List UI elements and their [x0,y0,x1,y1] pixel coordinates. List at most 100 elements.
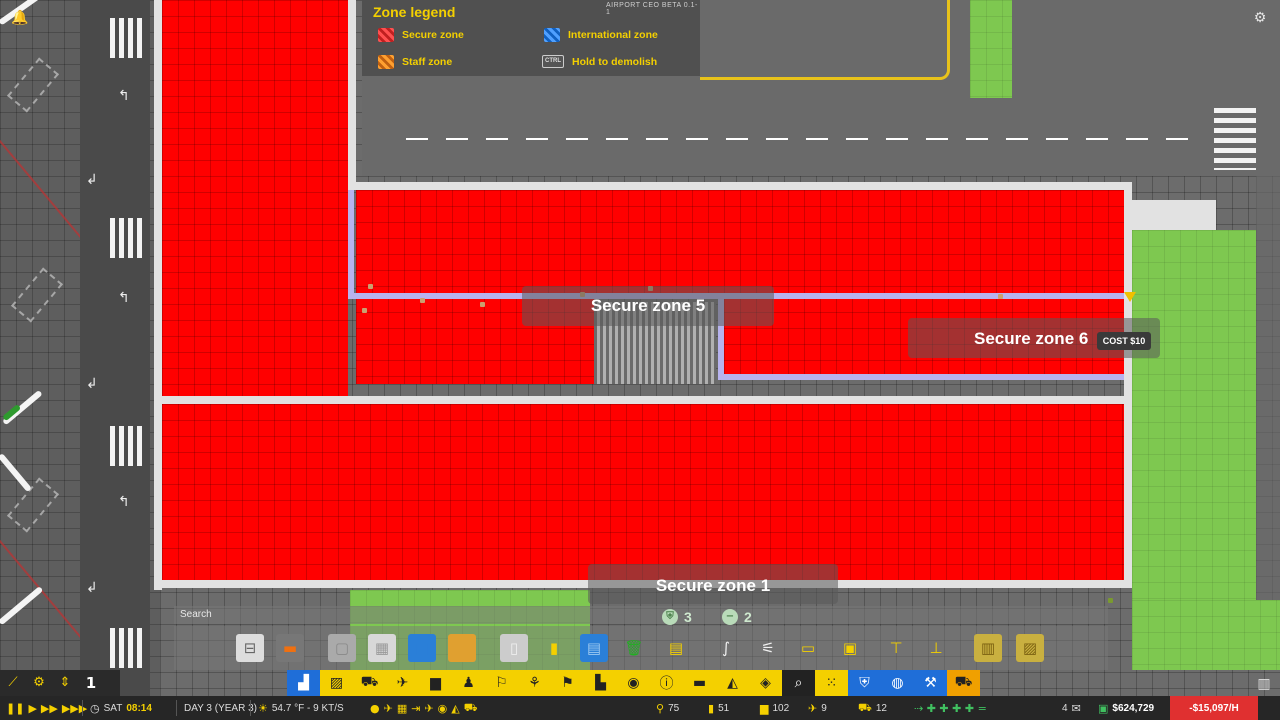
bus-tab-icon[interactable]: ▆ [419,670,452,696]
grass-area[interactable] [1132,600,1280,670]
furniture[interactable] [362,308,367,313]
wall-grey-icon[interactable]: ▢ [328,634,356,662]
globe-tab-icon[interactable]: ◍ [881,670,914,696]
mail-icon[interactable]: ✉ [1072,702,1081,715]
crosswalk [110,18,142,58]
tree[interactable] [1108,598,1113,603]
playback-controls[interactable]: ❚❚ ▶ ▶▶ ▶▶▶ [6,696,87,720]
hourly-rate-badge: -$15,097/H [1170,696,1258,720]
grid-tab-icon[interactable]: ⁙ [815,670,848,696]
info-board-icon[interactable]: ▣ [836,634,864,662]
aircraft-tab-icon[interactable]: ✈ [386,670,419,696]
ruler-icon[interactable]: ⟋ [0,670,26,696]
sign-yellow-icon[interactable]: ⊥ [922,634,950,662]
terminal-wall[interactable] [154,0,162,590]
notification-bell-icon[interactable]: 🔔 [10,8,30,28]
secure-zone-area[interactable] [162,0,348,400]
fuel-icon[interactable]: ◭ [451,702,459,715]
trash-green-icon[interactable]: 🗑 [620,634,648,662]
status-bar: ❚❚ ▶ ▶▶ ▶▶▶ ◷ SAT 08:14 DAY 3 (YEAR 3) ☀… [0,696,1280,720]
aircraft-icon[interactable]: ✈ [424,702,433,715]
sign-icon[interactable]: ▤ [662,634,690,662]
zone-border [348,190,354,296]
bench-icon[interactable]: ▭ [794,634,822,662]
furniture[interactable] [368,284,373,289]
divider [82,700,83,716]
vehicle-icon: ⛟ [858,700,872,714]
international-zone-swatch-icon [544,28,560,42]
tools-tab-icon[interactable]: ⚒ [914,670,947,696]
tile-orange-icon[interactable]: ■ [448,634,476,662]
fast-forward-icon[interactable]: ▶▶ [41,702,58,715]
conveyor-icon[interactable]: ∫ [712,634,740,662]
message-count: 4 [1062,702,1068,714]
flow-indicator[interactable]: ⇢ ✚ ✚ ✚ ✚ = [914,696,987,720]
zone-label-secure-1[interactable]: Secure zone 1 [588,564,838,604]
messages[interactable]: 4 ✉ [1062,696,1081,720]
grass-area[interactable] [1132,230,1256,606]
plane-icon[interactable]: ✈ [384,702,393,715]
stat-value: 51 [718,702,730,714]
floor-blue-icon[interactable]: ▤ [580,634,608,662]
ground-area[interactable] [1256,176,1280,606]
runway-icon[interactable]: ⇥ [411,702,420,715]
escalator-icon[interactable]: ⚟ [754,634,782,662]
terminal-wall[interactable] [348,182,1132,190]
staff-zone-swatch-icon [378,55,394,69]
vehicle-tab-icon[interactable]: ⛟ [353,670,386,696]
search-tab-icon[interactable]: ⌕ [782,670,815,696]
stand-icon[interactable]: ◉ [438,702,448,715]
fastest-forward-icon[interactable]: ▶▶▶ [62,702,87,715]
search-bar[interactable]: Search [174,606,1108,624]
shop-tab-icon[interactable]: ▙ [584,670,617,696]
secure-zone-area[interactable] [356,190,1124,296]
furniture[interactable] [480,302,485,307]
staff-tab-icon[interactable]: ⚘ [518,670,551,696]
fuel-tab-icon[interactable]: ◭ [716,670,749,696]
door-icon[interactable]: ▯ [500,634,528,662]
day-label: SAT [103,702,123,714]
settings-gear-icon[interactable]: ⚙ [1250,8,1270,28]
map-board2-icon[interactable]: ▨ [1016,634,1044,662]
window-icon[interactable]: ▦ [368,634,396,662]
interior-wall[interactable] [162,396,1124,404]
info-tab-icon[interactable]: ⓘ [650,670,683,696]
search-input[interactable]: Search [180,609,212,620]
lamp-icon[interactable]: ⊤ [882,634,910,662]
stat-passengers: ⚲ 75 [656,696,679,720]
bin-yellow-icon[interactable]: ▮ [540,634,568,662]
shield-tab-icon[interactable]: ⛨ [848,670,881,696]
legend-demolish: CTRL Hold to demolish [542,55,657,68]
grid-icon[interactable]: ▦ [397,702,407,715]
security-tab-icon[interactable]: ⚐ [485,670,518,696]
ctrl-key-icon: CTRL [542,55,564,68]
stack-tab-icon[interactable]: ◈ [749,670,782,696]
service-road[interactable] [80,0,150,720]
checkin-icon[interactable]: ▬ [276,634,304,662]
stats-chart-icon[interactable]: ▥ [1254,674,1274,694]
runway-tab-icon[interactable]: ▬ [683,670,716,696]
truck-tab-icon[interactable]: ⛟ [947,670,980,696]
terminal-wall[interactable] [348,0,356,190]
speed-updown-icon[interactable]: ⇕ [52,670,78,696]
zone-tab-icon[interactable]: ▨ [320,670,353,696]
zone-label-secure-5[interactable]: Secure zone 5 [522,286,774,326]
map-board-icon[interactable]: ▥ [974,634,1002,662]
settings-icon[interactable]: ⚙ [26,670,52,696]
pause-icon[interactable]: ❚❚ [6,702,24,715]
furniture[interactable] [998,294,1003,299]
passenger-tab-icon[interactable]: ♟ [452,670,485,696]
tile-blue-icon[interactable]: ■ [408,634,436,662]
terminal-wall[interactable] [1124,182,1132,586]
play-icon[interactable]: ▶ [28,702,36,715]
food-tab-icon[interactable]: ◉ [617,670,650,696]
desk-icon[interactable]: ⊟ [236,634,264,662]
baggage-tab-icon[interactable]: ⚑ [551,670,584,696]
truck-icon[interactable]: ⛟ [464,701,478,716]
furniture[interactable] [420,298,425,303]
secure-zone-area[interactable] [162,404,1124,580]
coin-icon[interactable]: ● [370,702,380,715]
crosswalk [1214,108,1256,170]
grass-area[interactable] [970,0,1012,98]
structure-tab-icon[interactable]: ▟ [287,670,320,696]
